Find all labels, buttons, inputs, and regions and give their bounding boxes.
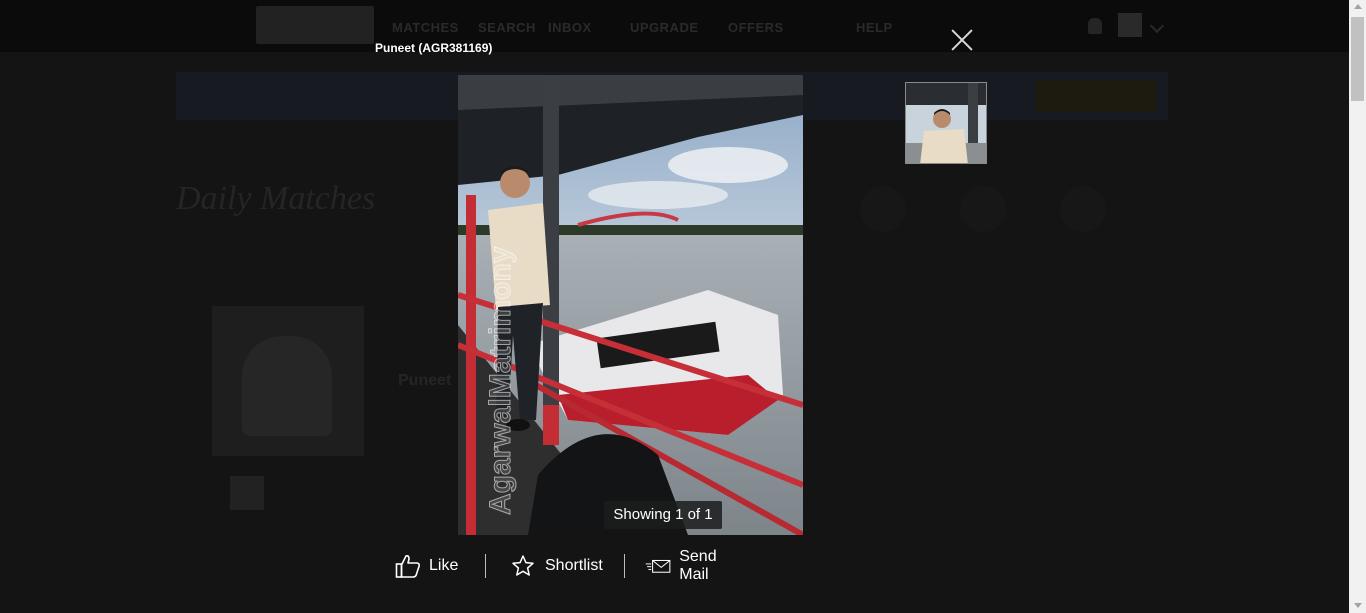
photo-viewer-title: Puneet (AGR381169) xyxy=(375,41,493,55)
nav-item-offers[interactable]: OFFERS xyxy=(728,20,784,35)
envelope-icon xyxy=(645,559,671,573)
filter-circle[interactable] xyxy=(1060,186,1106,232)
close-icon[interactable] xyxy=(950,28,974,52)
send-mail-button[interactable]: Send Mail xyxy=(645,548,728,583)
watermark: AgarwalMatrimony xyxy=(484,246,518,516)
bell-icon[interactable] xyxy=(1088,18,1102,34)
star-icon xyxy=(512,555,534,576)
nav-item-inbox[interactable]: INBOX xyxy=(548,20,592,35)
page-heading: Daily Matches xyxy=(176,180,376,217)
send-mail-label: Send Mail xyxy=(679,548,717,583)
scrollbar-thumb[interactable] xyxy=(1351,17,1364,101)
scroll-down-arrow-icon[interactable] xyxy=(1354,603,1362,608)
search-button[interactable] xyxy=(1036,80,1156,112)
nav-item-upgrade[interactable]: UPGRADE xyxy=(630,20,699,35)
profile-name[interactable]: Puneet xyxy=(398,372,451,390)
filter-circle[interactable] xyxy=(860,186,906,232)
filter-circle[interactable] xyxy=(960,186,1006,232)
main-photo: AgarwalMatrimony xyxy=(458,75,803,535)
like-label: Like xyxy=(429,557,459,574)
profile-photo[interactable] xyxy=(212,306,364,456)
avatar[interactable] xyxy=(1118,13,1142,37)
photo-counter: Showing 1 of 1 xyxy=(604,501,722,529)
action-divider xyxy=(485,554,486,578)
site-logo xyxy=(256,6,374,44)
scroll-up-arrow-icon[interactable] xyxy=(1354,4,1362,9)
shortlist-button[interactable]: Shortlist xyxy=(511,550,603,582)
svg-text:AgarwalMatrimony: AgarwalMatrimony xyxy=(484,246,517,515)
photo-thumbnail[interactable] xyxy=(905,82,987,164)
nav-item-search[interactable]: SEARCH xyxy=(478,20,536,35)
nav-item-matches[interactable]: MATCHES xyxy=(392,20,459,35)
shortlist-label: Shortlist xyxy=(545,557,603,574)
action-divider xyxy=(624,554,625,578)
like-button[interactable]: Like xyxy=(395,550,458,582)
profile-thumbnail[interactable] xyxy=(230,476,264,510)
thumbs-up-icon xyxy=(395,555,421,578)
nav-item-help[interactable]: HELP xyxy=(856,20,893,35)
